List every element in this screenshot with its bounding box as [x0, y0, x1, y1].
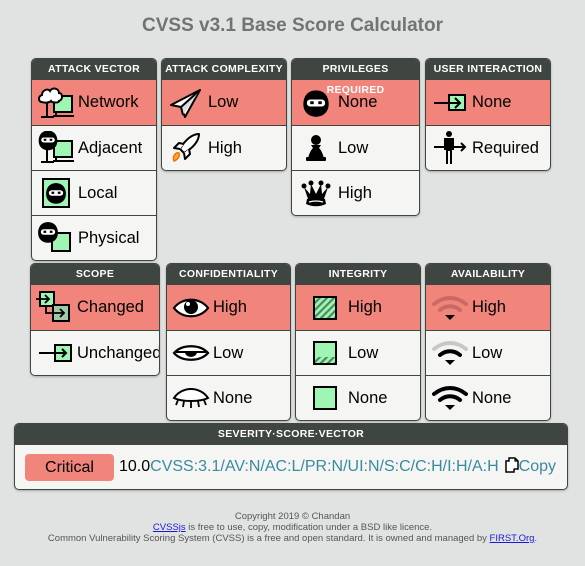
option-label: Low: [472, 343, 503, 362]
wifi-none-icon: [430, 380, 470, 416]
network-icon: [36, 85, 76, 121]
integrity-low-icon: [300, 335, 340, 371]
footer-period: .: [534, 533, 538, 544]
option-label: Low: [208, 93, 239, 111]
pr-low-option[interactable]: Low: [292, 125, 419, 170]
first-org-link[interactable]: FIRST.Org: [490, 533, 535, 544]
result-panel: SEVERITY·SCORE·VECTOR Critical 10.0 CVSS…: [14, 423, 568, 490]
page-title: CVSS v3.1 Base Score Calculator: [142, 15, 443, 36]
option-label: High: [213, 298, 247, 316]
paper-plane-icon: [166, 85, 206, 121]
s-changed-option[interactable]: Changed: [31, 285, 159, 330]
option-label: Required: [472, 138, 539, 157]
a-high-option[interactable]: High: [426, 285, 550, 330]
attack-vector-panel: ATTACK VECTOR Network Adjacent Local Phy…: [31, 58, 157, 261]
option-label: Low: [348, 343, 379, 362]
availability-panel: AVAILABILITY High Low None: [425, 263, 551, 421]
ac-low-option[interactable]: Low: [162, 80, 286, 125]
privileges-required-title: PRIVILEGES REQUIRED: [292, 59, 419, 96]
attack-vector-title: ATTACK VECTOR: [32, 59, 156, 80]
enter-arrow-icon: [430, 85, 470, 121]
adjacent-icon: [36, 130, 76, 166]
user-interaction-panel: USER INTERACTION None Required: [425, 58, 551, 171]
option-label: None: [213, 388, 253, 407]
eye-closed-icon: [171, 380, 211, 416]
integrity-title: INTEGRITY: [296, 264, 420, 285]
ui-none-option[interactable]: None: [426, 80, 550, 125]
a-none-option[interactable]: None: [426, 375, 550, 420]
av-network-option[interactable]: Network: [32, 80, 156, 125]
scope-panel: SCOPE Changed Unchanged: [30, 263, 160, 376]
option-label: Adjacent: [78, 138, 143, 157]
copy-icon: [504, 456, 519, 478]
cvss-standard-text: Common Vulnerability Scoring System (CVS…: [47, 533, 490, 544]
c-high-option[interactable]: High: [167, 285, 290, 330]
copy-button[interactable]: Copy: [504, 456, 557, 478]
option-label: High: [338, 183, 372, 202]
option-label: High: [348, 298, 382, 316]
i-low-option[interactable]: Low: [296, 330, 420, 375]
option-label: Low: [338, 138, 369, 157]
option-label: High: [208, 138, 242, 157]
confidentiality-title: CONFIDENTIALITY: [167, 264, 290, 285]
person-arrow-icon: [430, 130, 470, 166]
licence-text: is free to use, copy, modification under…: [185, 522, 433, 533]
av-adjacent-option[interactable]: Adjacent: [32, 125, 156, 170]
av-physical-option[interactable]: Physical: [32, 215, 156, 260]
integrity-panel: INTEGRITY High Low None: [295, 263, 421, 421]
c-low-option[interactable]: Low: [167, 330, 290, 375]
i-high-option[interactable]: High: [296, 285, 420, 330]
pawn-icon: [296, 130, 336, 166]
option-label: None: [348, 388, 388, 407]
physical-icon: [36, 220, 76, 256]
option-label: None: [472, 388, 512, 407]
scope-unchanged-icon: [35, 335, 75, 371]
rocket-icon: [166, 130, 206, 166]
attack-complexity-title: ATTACK COMPLEXITY: [162, 59, 286, 80]
option-label: Physical: [78, 228, 140, 247]
scope-title: SCOPE: [31, 264, 159, 285]
copyright-text: Copyright 2019 © Chandan: [234, 511, 351, 522]
privileges-required-panel: PRIVILEGES REQUIRED None Low High: [291, 58, 420, 216]
queen-icon: [296, 175, 336, 211]
av-local-option[interactable]: Local: [32, 170, 156, 215]
severity-badge: Critical: [25, 453, 114, 481]
user-interaction-title: USER INTERACTION: [426, 59, 550, 80]
confidentiality-panel: CONFIDENTIALITY High Low None: [166, 263, 291, 421]
option-label: Local: [78, 183, 118, 202]
option-label: Low: [213, 343, 244, 362]
pr-high-option[interactable]: High: [292, 170, 419, 215]
integrity-high-icon: [300, 290, 340, 326]
result-title: SEVERITY·SCORE·VECTOR: [15, 424, 567, 445]
eye-half-icon: [171, 335, 211, 371]
a-low-option[interactable]: Low: [426, 330, 550, 375]
score-value: 10.0: [119, 458, 151, 475]
footer: Copyright 2019 © Chandan CVSSjs is free …: [0, 511, 585, 544]
ninja-icon: [296, 85, 336, 121]
i-none-option[interactable]: None: [296, 375, 420, 420]
integrity-none-icon: [300, 380, 340, 416]
copy-label: Copy: [518, 458, 557, 475]
option-label: High: [472, 298, 506, 316]
ac-high-option[interactable]: High: [162, 125, 286, 170]
c-none-option[interactable]: None: [167, 375, 290, 420]
option-label: Changed: [77, 298, 144, 316]
attack-complexity-panel: ATTACK COMPLEXITY Low High: [161, 58, 287, 171]
option-label: Unchanged: [77, 343, 160, 362]
local-icon: [36, 175, 76, 211]
cvssjs-link[interactable]: CVSSjs: [153, 522, 186, 533]
eye-open-icon: [171, 290, 211, 326]
vector-string[interactable]: CVSS:3.1/AV:N/AC:L/PR:N/UI:N/S:C/C:H/I:H…: [150, 458, 499, 476]
option-label: None: [472, 93, 512, 111]
availability-title: AVAILABILITY: [426, 264, 550, 285]
s-unchanged-option[interactable]: Unchanged: [31, 330, 159, 375]
wifi-low-icon: [430, 335, 470, 371]
wifi-high-icon: [430, 290, 470, 326]
option-label: None: [338, 93, 378, 111]
ui-required-option[interactable]: Required: [426, 125, 550, 170]
option-label: Network: [78, 93, 139, 111]
scope-changed-icon: [35, 290, 75, 326]
